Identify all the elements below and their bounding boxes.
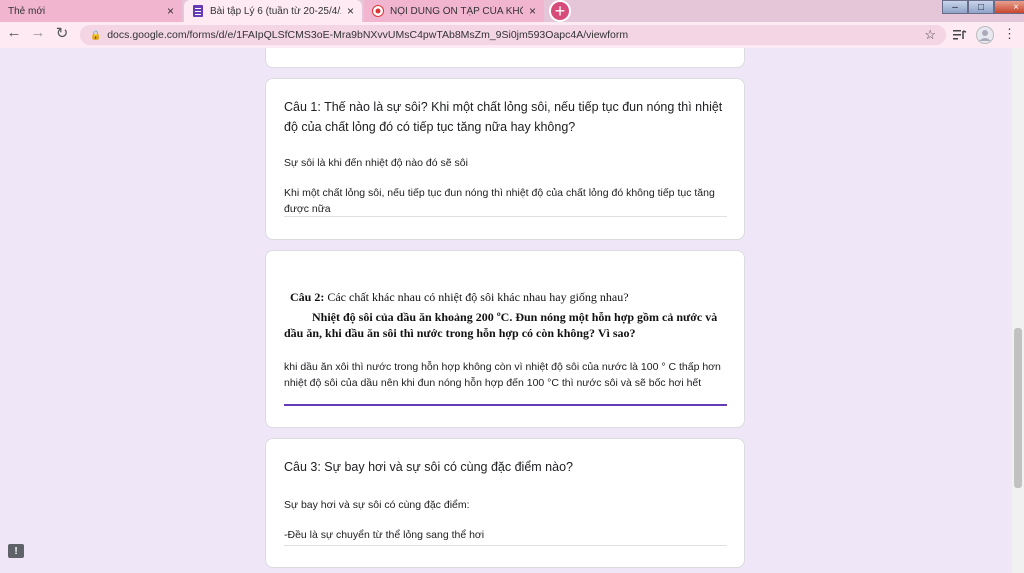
back-button[interactable]: ← <box>4 24 24 41</box>
url-text: docs.google.com/forms/d/e/1FAIpQLSfCMS3o… <box>107 29 629 41</box>
bookmark-star-icon[interactable]: ☆ <box>924 27 936 43</box>
menu-icon[interactable]: ⋮ <box>1003 26 1016 42</box>
answer-focus-underline <box>284 404 727 406</box>
question-card-3: Câu 3: Sự bay hơi và sự sôi có cùng đặc … <box>265 438 745 568</box>
minimize-button[interactable]: – <box>942 0 968 14</box>
tab-label: Thẻ mới <box>8 5 46 17</box>
lock-icon: 🔒 <box>90 29 102 40</box>
page-scrollbar[interactable] <box>1012 48 1024 573</box>
answer-input[interactable]: khi dầu ăn xôi thì nước trong hỗn hợp kh… <box>284 359 729 391</box>
question-title: Câu 3: Sự bay hơi và sự sôi có cùng đặc … <box>284 460 573 474</box>
close-icon[interactable]: × <box>529 4 536 18</box>
tab-label: Bài tập Lý 6 (tuần từ 20-25/4/202 <box>210 5 341 17</box>
close-window-button[interactable]: × <box>994 0 1024 14</box>
question-card-1: Câu 1: Thế nào là sự sôi? Khi một chất l… <box>265 78 745 240</box>
answer-text[interactable]: Khi một chất lỏng sôi, nếu tiếp tục đun … <box>284 185 729 217</box>
question-title: Câu 1: Thế nào là sự sôi? Khi một chất l… <box>284 100 723 134</box>
close-icon[interactable]: × <box>347 4 354 18</box>
tab-bai-tap[interactable]: Bài tập Lý 6 (tuần từ 20-25/4/202 × <box>184 0 362 22</box>
answer-underline <box>284 216 727 217</box>
question-title: Câu 2: Các chất khác nhau có nhiệt độ sô… <box>290 289 730 305</box>
profile-avatar-icon[interactable] <box>976 26 994 44</box>
answer-text[interactable]: -Đều là sự chuyển từ thể lỏng sang thể h… <box>284 527 729 543</box>
reload-button[interactable]: ↻ <box>52 24 72 42</box>
question-card-2: Câu 2: Các chất khác nhau có nhiệt độ sô… <box>265 250 745 428</box>
address-bar[interactable]: 🔒 docs.google.com/forms/d/e/1FAIpQLSfCMS… <box>80 25 946 45</box>
answer-underline <box>284 545 727 546</box>
scroll-thumb[interactable] <box>1014 328 1022 488</box>
question-card-previous <box>265 48 745 68</box>
media-control-icon[interactable] <box>953 29 967 41</box>
google-forms-icon <box>193 5 203 17</box>
site-icon <box>372 5 384 17</box>
question-title-text: Các chất khác nhau có nhiệt độ sôi khác … <box>324 290 629 304</box>
answer-text[interactable]: Sự sôi là khi đến nhiệt độ nào đó sẽ sôi <box>284 155 729 171</box>
new-tab-button[interactable]: + <box>549 0 571 22</box>
form-content: Câu 1: Thế nào là sự sôi? Khi một chất l… <box>0 48 1012 573</box>
window-controls: – □ × <box>942 0 1024 14</box>
forward-button[interactable]: → <box>28 24 48 41</box>
question-number: Câu 2: <box>290 290 325 304</box>
answer-text[interactable]: Sự bay hơi và sự sôi có cùng đặc điểm: <box>284 497 729 513</box>
maximize-button[interactable]: □ <box>968 0 994 14</box>
tab-strip: Thẻ mới × Bài tập Lý 6 (tuần từ 20-25/4/… <box>0 0 1024 22</box>
close-icon[interactable]: × <box>167 4 174 18</box>
tab-new[interactable]: Thẻ mới × <box>0 0 182 22</box>
tab-label: NỘI DUNG ÔN TẬP CỦA KHỐI 6 <box>390 5 523 17</box>
question-body: Nhiệt độ sôi của dầu ăn khoảng 200 ºC. Đ… <box>284 310 718 340</box>
feedback-icon[interactable]: ! <box>8 544 24 558</box>
tab-noi-dung[interactable]: NỘI DUNG ÔN TẬP CỦA KHỐI 6 × <box>364 0 544 22</box>
